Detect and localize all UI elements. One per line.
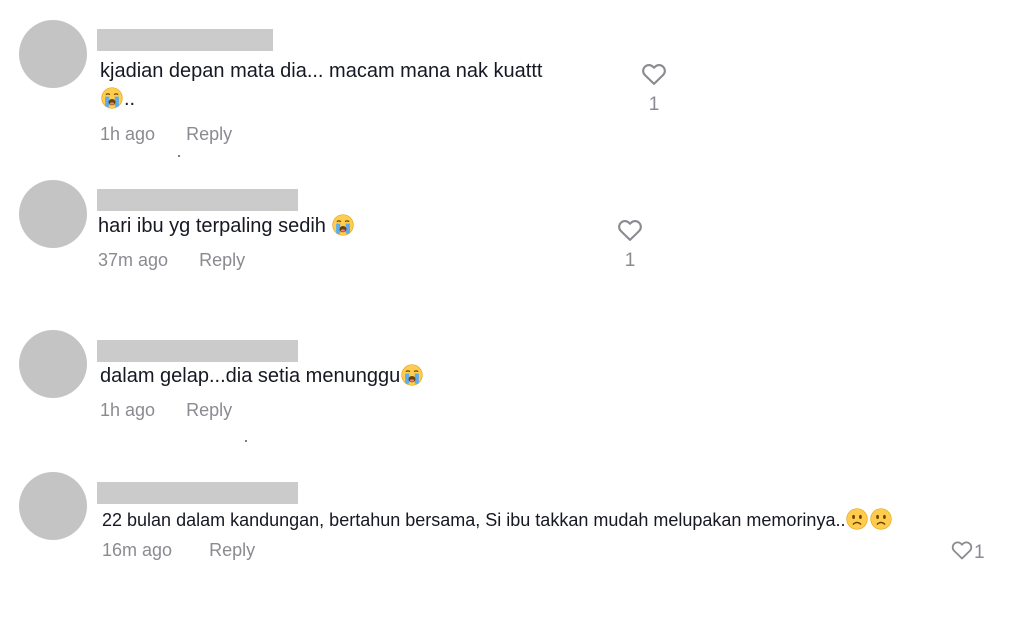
heart-icon	[640, 60, 668, 88]
like-count: 1	[648, 94, 660, 115]
comment-meta: 1h ago Reply	[100, 400, 232, 421]
heart-icon	[950, 538, 974, 562]
username-redacted[interactable]	[97, 189, 298, 211]
username-redacted[interactable]	[97, 482, 298, 504]
comment-timestamp: 1h ago	[100, 124, 156, 144]
stray-dot	[245, 440, 247, 442]
comment-timestamp: 16m ago	[102, 540, 173, 560]
loudly-crying-face-icon	[332, 214, 354, 236]
like-count: 1	[974, 542, 985, 563]
comment-text-suffix: ..	[124, 88, 136, 110]
comment-timestamp: 1h ago	[100, 400, 156, 420]
comment-text-body: 22 bulan dalam kandungan, bertahun bersa…	[102, 510, 846, 530]
reply-button[interactable]: Reply	[186, 400, 232, 420]
username-redacted[interactable]	[97, 29, 273, 51]
heart-icon	[616, 216, 644, 244]
like-button[interactable]: 1	[615, 216, 645, 272]
comment-meta: 16m ago Reply	[102, 540, 255, 561]
like-count: 1	[624, 250, 636, 271]
comment-meta: 1h ago Reply	[100, 124, 232, 145]
loudly-crying-face-icon	[101, 87, 123, 109]
avatar[interactable]	[19, 20, 87, 88]
username-redacted[interactable]	[97, 340, 298, 362]
like-button[interactable]: 1	[639, 60, 669, 116]
reply-button[interactable]: Reply	[199, 250, 245, 270]
comment-timestamp: 37m ago	[98, 250, 169, 270]
comment-text: 22 bulan dalam kandungan, bertahun bersa…	[102, 506, 893, 534]
like-button[interactable]: 1	[950, 538, 985, 564]
sad-face-icon	[846, 508, 868, 530]
comment-text: hari ibu yg terpaling sedih	[98, 212, 355, 240]
comment-text: dalam gelap...dia setia menunggu	[100, 362, 424, 390]
comment-text: kjadian depan mata dia... macam mana nak…	[100, 57, 542, 113]
stray-dot	[178, 155, 180, 157]
avatar[interactable]	[19, 330, 87, 398]
avatar[interactable]	[19, 472, 87, 540]
comment-text-body: dalam gelap...dia setia menunggu	[100, 365, 401, 387]
reply-button[interactable]: Reply	[186, 124, 232, 144]
comment-text-line1: kjadian depan mata dia... macam mana nak…	[100, 60, 543, 82]
comment-meta: 37m ago Reply	[98, 250, 245, 271]
reply-button[interactable]: Reply	[209, 540, 255, 560]
loudly-crying-face-icon	[401, 364, 423, 386]
sad-face-icon	[870, 508, 892, 530]
comment-text-body: hari ibu yg terpaling sedih	[98, 215, 326, 237]
avatar[interactable]	[19, 180, 87, 248]
